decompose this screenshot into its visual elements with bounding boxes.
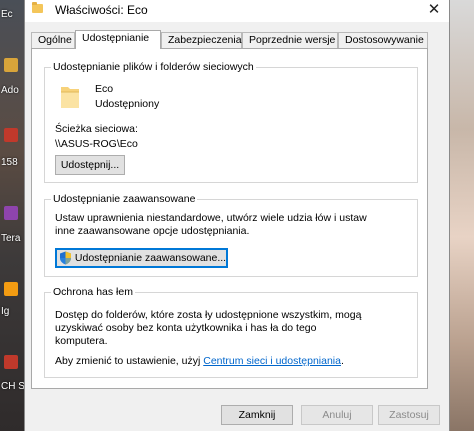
password-description: uzyskiwać osoby bez konta użytkownika i … xyxy=(55,322,317,334)
desktop-right-strip xyxy=(450,0,474,431)
folder-status: Udostępniony xyxy=(95,98,160,110)
shield-icon xyxy=(60,251,71,265)
desktop-label: Ec xyxy=(1,9,13,20)
tab-security[interactable]: Zabezpieczenia xyxy=(161,32,242,48)
network-sharing-center-link[interactable]: Centrum sieci i udostępniania xyxy=(203,355,341,367)
password-description: komputera. xyxy=(55,335,108,347)
desktop-label: Ado xyxy=(1,85,19,96)
cancel-button[interactable]: Anuluj xyxy=(301,405,373,425)
apply-button[interactable]: Zastosuj xyxy=(378,405,440,425)
group-title: Ochrona has łem xyxy=(51,286,135,298)
desktop-left-strip: Ec Ado 158 Tera Ig CH S xyxy=(0,0,25,431)
tab-sharing[interactable]: Udostępnianie xyxy=(75,30,161,49)
close-button[interactable]: Zamknij xyxy=(221,405,293,425)
folder-icon xyxy=(32,2,43,13)
advanced-description: Ustaw uprawnienia niestandardowe, utwórz… xyxy=(55,212,367,224)
tab-customize[interactable]: Dostosowywanie xyxy=(338,32,428,48)
app-icon[interactable] xyxy=(4,282,18,296)
tab-previous-versions[interactable]: Poprzednie wersje xyxy=(242,32,338,48)
app-icon[interactable] xyxy=(4,128,18,142)
desktop-label: 158 xyxy=(1,157,18,168)
tab-general[interactable]: Ogólne xyxy=(31,32,75,48)
path-label: Ścieżka sieciowa: xyxy=(55,123,138,135)
password-description: Dostęp do folderów, które zosta ły udost… xyxy=(55,309,362,321)
network-path: \\ASUS-ROG\Eco xyxy=(55,138,138,150)
advanced-description: inne zaawansowane opcje udostępniania. xyxy=(55,225,250,237)
title-bar[interactable]: Właściwości: Eco ✕ xyxy=(25,0,449,22)
sharing-panel: Udostępnianie plików i folderów sieciowy… xyxy=(31,48,428,389)
change-setting-prefix: Aby zmienić to ustawienie, użyj xyxy=(55,355,204,367)
change-setting-suffix: . xyxy=(340,355,344,367)
group-title: Udostępnianie plików i folderów sieciowy… xyxy=(51,61,256,73)
desktop-label: Ig xyxy=(1,306,10,317)
app-icon[interactable] xyxy=(4,206,18,220)
group-title: Udostępnianie zaawansowane xyxy=(51,193,198,205)
change-setting-text: Aby zmienić to ustawienie, użyj Centrum … xyxy=(55,355,344,367)
share-button[interactable]: Udostępnij... xyxy=(55,155,125,175)
folder-icon xyxy=(61,87,79,108)
password-protection-group: Ochrona has łem Dostęp do folderów, któr… xyxy=(44,286,418,378)
desktop-label: CH S xyxy=(1,381,25,392)
advanced-sharing-button-label: Udostępnianie zaawansowane... xyxy=(74,252,227,264)
advanced-sharing-group: Udostępnianie zaawansowane Ustaw uprawni… xyxy=(44,193,418,277)
folder-icon[interactable] xyxy=(4,58,18,72)
app-icon[interactable] xyxy=(4,355,18,369)
close-icon[interactable]: ✕ xyxy=(419,0,449,22)
folder-name: Eco xyxy=(95,83,114,95)
window-title: Właściwości: Eco xyxy=(55,3,148,17)
advanced-sharing-button[interactable]: Udostępnianie zaawansowane... xyxy=(55,248,228,268)
desktop-label: Tera xyxy=(1,233,21,244)
properties-dialog: Właściwości: Eco ✕ Ogólne Udostępnianie … xyxy=(24,0,450,431)
network-sharing-group: Udostępnianie plików i folderów sieciowy… xyxy=(44,61,418,183)
